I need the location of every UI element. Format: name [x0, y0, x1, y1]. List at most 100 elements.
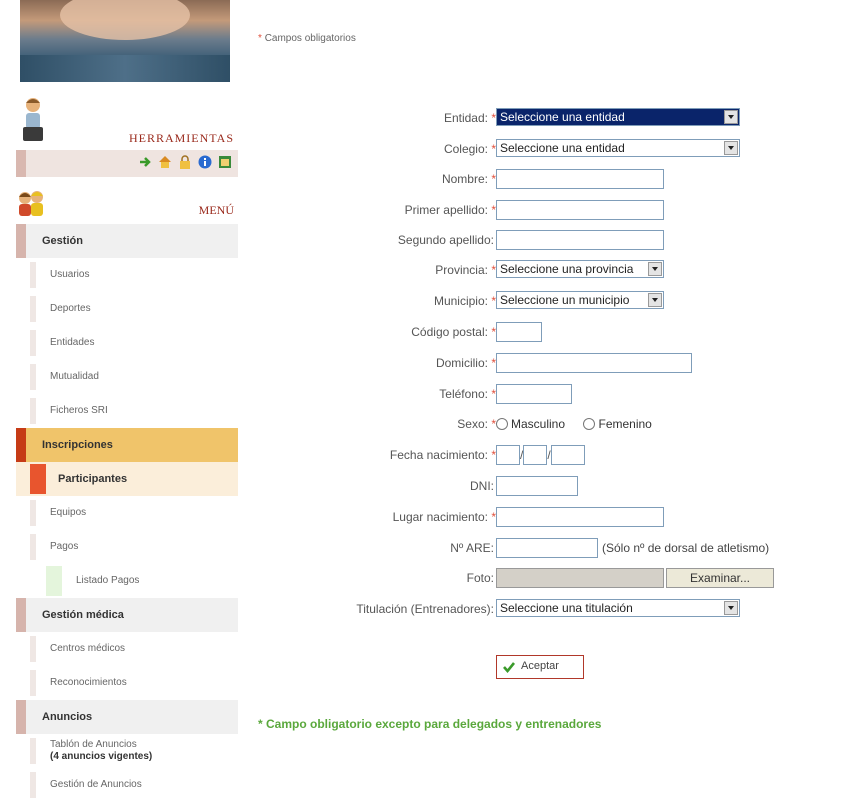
sexo-femenino-radio[interactable]: Femenino [583, 417, 652, 431]
domicilio-label: Domicilio: [435, 356, 488, 370]
nav-item-reconocimientos[interactable]: Reconocimientos [16, 666, 238, 700]
sexo-masculino-radio[interactable]: Masculino [496, 417, 565, 431]
provincia-label: Provincia: [435, 263, 488, 277]
home-icon[interactable] [158, 155, 172, 169]
lock-icon[interactable] [178, 155, 192, 169]
num-are-hint: (Sólo nº de dorsal de atletismo) [602, 541, 770, 555]
fecha-dia-input[interactable] [496, 445, 520, 465]
row-domicilio: Domicilio: * [250, 353, 852, 375]
menu-title: MENÚ [198, 203, 234, 217]
domicilio-input[interactable] [496, 353, 692, 373]
fecha-nacimiento-label: Fecha nacimiento: [389, 448, 488, 462]
sidebar: HERRAMIENTAS MENÚ Gestión Usuarios Depor… [0, 0, 240, 802]
chevron-down-icon [724, 110, 738, 124]
nav-section-gestion-medica[interactable]: Gestión médica [16, 598, 238, 632]
titulacion-select[interactable]: Seleccione una titulación [496, 599, 740, 617]
fecha-ano-input[interactable] [550, 445, 585, 465]
row-titulacion: Titulación (Entrenadores): Seleccione un… [250, 599, 852, 621]
tools-header: HERRAMIENTAS [20, 97, 238, 147]
row-telefono: Teléfono: * [250, 384, 852, 406]
colegio-label: Colegio: [443, 142, 488, 156]
titulacion-label: Titulación (Entrenadores): [356, 602, 494, 616]
entidad-select[interactable]: Seleccione una entidad [496, 108, 740, 126]
row-colegio: Colegio: * Seleccione una entidad [250, 139, 852, 161]
num-are-input[interactable] [496, 538, 598, 558]
chevron-down-icon [648, 262, 662, 276]
nombre-input[interactable] [496, 169, 664, 189]
row-nombre: Nombre: * [250, 169, 852, 191]
chevron-down-icon [648, 293, 662, 307]
nav-item-pagos[interactable]: Pagos [16, 530, 238, 564]
nav-section-anuncios[interactable]: Anuncios [16, 700, 238, 734]
chevron-down-icon [724, 141, 738, 155]
nav-item-participantes[interactable]: Participantes [16, 462, 238, 496]
row-entidad: Entidad: * Seleccione una entidad [250, 108, 852, 130]
exit-icon[interactable] [138, 155, 152, 169]
tools-title: HERRAMIENTAS [128, 131, 234, 145]
footnote: * Campo obligatorio excepto para delegad… [258, 717, 602, 731]
chevron-down-icon [724, 601, 738, 615]
nav-item-gestion-anuncios[interactable]: Gestión de Anuncios [16, 768, 238, 802]
segundo-apellido-input[interactable] [496, 230, 664, 250]
foto-label: Foto: [466, 571, 494, 585]
checkmark-icon [503, 662, 516, 674]
foto-file-input[interactable] [496, 568, 664, 588]
provincia-select[interactable]: Seleccione una provincia [496, 260, 664, 278]
nav-item-tablon-anuncios[interactable]: Tablón de Anuncios (4 anuncios vigentes) [16, 734, 238, 768]
row-fecha-nacimiento: Fecha nacimiento: * / / [250, 445, 852, 467]
telefono-label: Teléfono: [439, 387, 488, 401]
browse-button[interactable]: Examinar... [666, 568, 774, 588]
calendar-icon[interactable] [218, 155, 232, 169]
nombre-label: Nombre: [441, 172, 488, 186]
codigo-postal-label: Código postal: [411, 325, 488, 339]
fecha-mes-input[interactable] [523, 445, 548, 465]
tools-bar [16, 150, 238, 177]
colegio-select[interactable]: Seleccione una entidad [496, 139, 740, 157]
municipio-label: Municipio: [433, 294, 488, 308]
row-lugar-nacimiento: Lugar nacimiento: * [250, 507, 852, 529]
num-are-label: Nº ARE: [450, 541, 494, 555]
nav-item-equipos[interactable]: Equipos [16, 496, 238, 530]
nav-item-ficheros-sri[interactable]: Ficheros SRI [16, 394, 238, 428]
segundo-apellido-label: Segundo apellido: [397, 233, 494, 247]
menu-header: MENÚ [16, 189, 238, 219]
row-foto: Foto: Examinar... [250, 568, 852, 590]
nav-item-usuarios[interactable]: Usuarios [16, 258, 238, 292]
municipio-select[interactable]: Seleccione un municipio [496, 291, 664, 309]
banner-image [20, 0, 230, 82]
people-icon [19, 191, 43, 216]
primer-apellido-label: Primer apellido: [404, 203, 488, 217]
nav-section-inscripciones[interactable]: Inscripciones [16, 428, 238, 462]
nav-item-centros-medicos[interactable]: Centros médicos [16, 632, 238, 666]
row-dni: DNI: [250, 476, 852, 498]
codigo-postal-input[interactable] [496, 322, 542, 342]
primer-apellido-input[interactable] [496, 200, 664, 220]
nav-item-mutualidad[interactable]: Mutualidad [16, 360, 238, 394]
main-content: * Campos obligatorios Entidad: * Selecci… [250, 0, 852, 799]
side-nav: Gestión Usuarios Deportes Entidades Mutu… [16, 224, 238, 802]
nav-item-entidades[interactable]: Entidades [16, 326, 238, 360]
row-codigo-postal: Código postal: * [250, 322, 852, 344]
required-note: * Campos obligatorios [258, 33, 356, 44]
nav-section-gestion[interactable]: Gestión [16, 224, 238, 258]
row-segundo-apellido: Segundo apellido: [250, 230, 852, 252]
person-icon [23, 98, 43, 141]
row-num-are: Nº ARE: (Sólo nº de dorsal de atletismo) [250, 538, 852, 560]
dni-label: DNI: [470, 479, 494, 493]
lugar-nacimiento-input[interactable] [496, 507, 664, 527]
info-icon[interactable] [198, 155, 212, 169]
telefono-input[interactable] [496, 384, 572, 404]
nav-item-listado-pagos[interactable]: Listado Pagos [16, 564, 238, 598]
lugar-nacimiento-label: Lugar nacimiento: [392, 510, 488, 524]
sexo-label: Sexo: [457, 417, 488, 431]
row-primer-apellido: Primer apellido: * [250, 200, 852, 222]
row-sexo: Sexo: * Masculino Femenino [457, 417, 652, 431]
nav-item-deportes[interactable]: Deportes [16, 292, 238, 326]
dni-input[interactable] [496, 476, 578, 496]
tablon-label: Tablón de Anuncios [50, 739, 137, 750]
submit-button[interactable]: Aceptar [496, 655, 584, 679]
row-municipio: Municipio: * Seleccione un municipio [250, 291, 852, 313]
row-provincia: Provincia: * Seleccione una provincia [250, 260, 852, 282]
entidad-label: Entidad: [443, 111, 488, 125]
tablon-count: (4 anuncios vigentes) [50, 751, 153, 762]
